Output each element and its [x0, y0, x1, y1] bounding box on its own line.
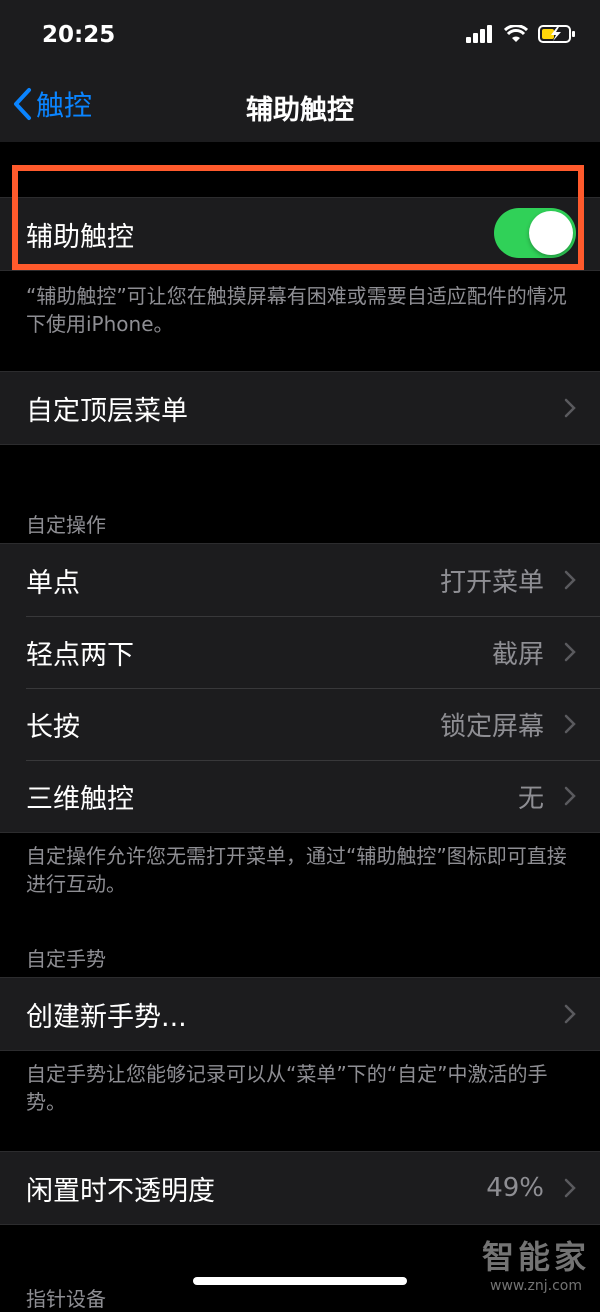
signal-icon: [466, 25, 492, 43]
3d-touch-row[interactable]: 三维触控 无: [0, 760, 600, 832]
assistive-touch-row: 辅助触控: [0, 198, 600, 270]
chevron-right-icon: [564, 642, 576, 662]
single-tap-label: 单点: [26, 567, 80, 599]
custom-gestures-footnote: 自定手势让您能够记录可以从“菜单”下的“自定”中激活的手势。: [26, 1062, 548, 1114]
wifi-icon: [504, 25, 528, 42]
long-press-label: 长按: [26, 711, 80, 743]
page-title: 辅助触控: [246, 95, 354, 126]
assistive-touch-toggle[interactable]: [494, 208, 576, 258]
custom-gestures-group: 创建新手势...: [0, 977, 600, 1051]
pointer-devices-header: 指针设备: [26, 1287, 106, 1311]
idle-opacity-value: 49%: [486, 1173, 544, 1203]
home-indicator[interactable]: [193, 1277, 407, 1285]
watermark-url: www.znj.com: [490, 1278, 582, 1294]
watermark-logo: 智能家: [481, 1238, 590, 1276]
chevron-right-icon: [564, 398, 576, 418]
chevron-right-icon: [564, 714, 576, 734]
custom-menu-label: 自定顶层菜单: [26, 395, 188, 427]
battery-charging-icon: [538, 25, 575, 43]
long-press-row[interactable]: 长按 锁定屏幕: [0, 688, 600, 760]
idle-opacity-row[interactable]: 闲置时不透明度 49%: [0, 1152, 600, 1224]
double-tap-row[interactable]: 轻点两下 截屏: [0, 616, 600, 688]
chevron-right-icon: [564, 786, 576, 806]
3d-touch-value: 无: [517, 783, 544, 814]
assistive-touch-label: 辅助触控: [26, 221, 134, 253]
assistive-touch-footnote: “辅助触控”可让您在触摸屏幕有困难或需要自适应配件的情况下使用iPhone。: [26, 284, 567, 336]
custom-actions-footnote: 自定操作允许您无需打开菜单，通过“辅助触控”图标即可直接进行互动。: [26, 844, 567, 896]
chevron-right-icon: [564, 570, 576, 590]
idle-opacity-group: 闲置时不透明度 49%: [0, 1151, 600, 1225]
custom-gestures-header: 自定手势: [26, 947, 106, 971]
status-bar: 20:25: [0, 0, 600, 70]
idle-opacity-label: 闲置时不透明度: [26, 1175, 215, 1207]
double-tap-value: 截屏: [491, 639, 544, 670]
single-tap-value: 打开菜单: [439, 567, 544, 598]
assistive-touch-group: 辅助触控: [0, 197, 600, 271]
3d-touch-label: 三维触控: [26, 783, 134, 815]
custom-menu-group: 自定顶层菜单: [0, 371, 600, 445]
custom-actions-header: 自定操作: [26, 513, 106, 537]
create-gesture-label: 创建新手势...: [26, 1001, 187, 1033]
long-press-value: 锁定屏幕: [439, 711, 544, 742]
nav-bar: 触控 辅助触控: [0, 70, 600, 142]
custom-actions-group: 单点 打开菜单 轻点两下 截屏 长按 锁定屏幕 三维触控 无: [0, 543, 600, 833]
double-tap-label: 轻点两下: [26, 639, 134, 671]
toggle-knob: [529, 211, 573, 255]
chevron-right-icon: [564, 1178, 576, 1198]
chevron-right-icon: [564, 1004, 576, 1024]
single-tap-row[interactable]: 单点 打开菜单: [0, 544, 600, 616]
status-icons: [466, 24, 576, 44]
status-time: 20:25: [42, 22, 116, 48]
custom-menu-row[interactable]: 自定顶层菜单: [0, 372, 600, 444]
watermark: 智能家 www.znj.com: [482, 1232, 590, 1294]
create-gesture-row[interactable]: 创建新手势...: [0, 978, 600, 1050]
